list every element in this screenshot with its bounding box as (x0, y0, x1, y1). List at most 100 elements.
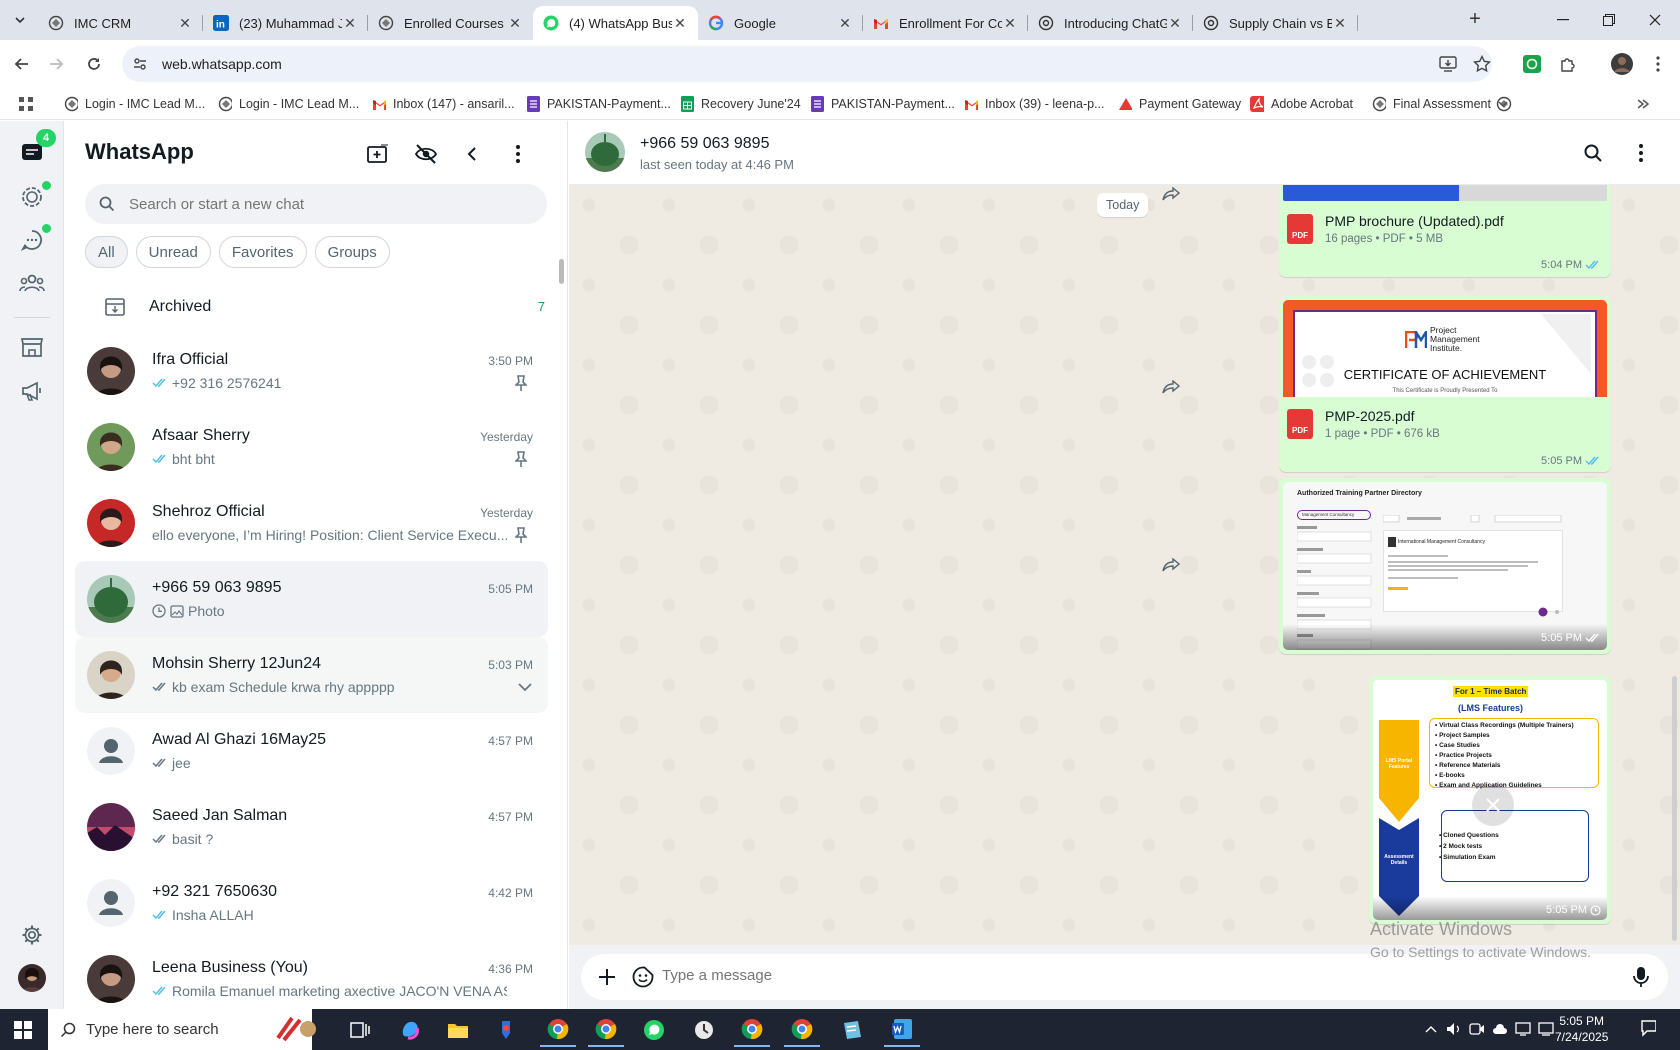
notifications-icon[interactable] (1640, 1020, 1656, 1037)
chat-list-scrollbar[interactable] (559, 259, 564, 284)
minimize-button[interactable] (1540, 6, 1586, 34)
filter-chip-groups[interactable]: Groups (314, 236, 390, 268)
browser-tab[interactable]: (4) WhatsApp Busin ✕ (533, 6, 698, 40)
bookmark-item[interactable]: Payment Gateway (1118, 94, 1241, 114)
bookmark-item[interactable]: PAKISTAN-Payment... (810, 94, 955, 114)
hide-unread-icon[interactable] (413, 141, 439, 167)
taskbar-clock[interactable]: 5:05 PM 7/24/2025 (1555, 1013, 1608, 1045)
microphone-icon[interactable] (1629, 965, 1653, 989)
browser-tab[interactable]: Enrolled Courses | IM ✕ (368, 6, 533, 40)
bookmark-item[interactable]: Adobe Acrobat (1250, 94, 1353, 114)
browser-tab[interactable]: IMC CRM ✕ (38, 6, 203, 40)
message-bubble[interactable]: PDF PMP brochure (Updated).pdf 16 pages … (1279, 185, 1611, 277)
browser-menu-icon[interactable] (1646, 52, 1670, 76)
browser-tab[interactable]: Enrollment For Com ✕ (863, 6, 1028, 40)
profile-avatar[interactable] (1610, 52, 1634, 76)
chat-list-item[interactable]: Mohsin Sherry 12Jun24 5:03 PM kb exam Sc… (75, 637, 548, 713)
cloud-icon[interactable] (1492, 1021, 1508, 1037)
taskbar-search-box[interactable]: Type here to search (48, 1009, 316, 1050)
close-tab-icon[interactable]: ✕ (1167, 15, 1183, 31)
all-bookmarks-icon[interactable] (1636, 94, 1650, 114)
close-tab-icon[interactable]: ✕ (342, 15, 358, 31)
close-tab-icon[interactable]: ✕ (1002, 15, 1018, 31)
chat-list-item[interactable]: +92 321 7650630 4:42 PM Insha ALLAH (75, 865, 548, 941)
conversation-menu-icon[interactable] (1629, 141, 1653, 165)
bookmark-item[interactable]: Final Assessment (1372, 94, 1491, 114)
search-icon[interactable] (99, 196, 115, 212)
site-info-icon[interactable] (132, 56, 152, 72)
browser-tab[interactable]: Google ✕ (698, 6, 863, 40)
forward-icon[interactable] (44, 52, 68, 76)
contact-avatar[interactable] (585, 132, 625, 172)
bookmark-item[interactable]: Inbox (39) - leena-p... (964, 94, 1105, 114)
conversation-scrollbar[interactable] (1672, 676, 1677, 941)
bookmark-item[interactable]: Login - IMC Lead M... (64, 94, 205, 114)
chat-avatar[interactable] (87, 347, 135, 395)
display-icon[interactable] (1515, 1021, 1531, 1037)
new-tab-button[interactable]: + (1464, 9, 1486, 31)
volume-icon[interactable] (1446, 1021, 1462, 1037)
chat-avatar[interactable] (87, 727, 135, 775)
task-view-icon[interactable] (342, 1013, 378, 1047)
word-icon[interactable] (884, 1013, 920, 1047)
app-pinned-icon[interactable] (488, 1013, 524, 1047)
clock-app-icon[interactable] (686, 1013, 722, 1047)
browser-tab[interactable]: Introducing ChatGP ✕ (1028, 6, 1193, 40)
chat-avatar[interactable] (87, 651, 135, 699)
chat-list-item[interactable]: Ifra Official 3:50 PM +92 316 2576241 (75, 333, 548, 409)
attach-plus-icon[interactable] (595, 965, 619, 989)
document-attachment[interactable]: PDF PMP brochure (Updated).pdf 16 pages … (1287, 204, 1603, 254)
install-app-icon[interactable] (1436, 52, 1460, 76)
chat-list-item[interactable]: Shehroz Official Yesterday ello everyone… (75, 485, 548, 561)
lms-features-image[interactable]: For 1 – Time Batch (LMS Features) LMS Po… (1373, 680, 1607, 920)
chat-avatar[interactable] (87, 879, 135, 927)
archived-row[interactable]: Archived 7 (65, 281, 567, 333)
sticker-emoji-icon[interactable] (631, 965, 655, 989)
cancel-upload-button[interactable] (1472, 784, 1514, 826)
meet-now-icon[interactable] (1469, 1021, 1485, 1037)
chat-avatar[interactable] (87, 499, 135, 547)
message-area[interactable]: Today PDF PMP brochure (Updated).pdf 16 … (569, 185, 1680, 945)
message-input[interactable] (662, 967, 1542, 984)
filter-chip-unread[interactable]: Unread (135, 236, 211, 268)
chat-list-item[interactable]: Awad Al Ghazi 16May25 4:57 PM jee (75, 713, 548, 789)
browser-tab[interactable]: Supply Chain vs Bla ✕ (1193, 6, 1358, 40)
chrome-taskbar-icon[interactable] (588, 1013, 624, 1047)
document-attachment[interactable]: PDF PMP-2025.pdf 1 page • PDF • 676 kB (1287, 399, 1603, 449)
bookmark-item[interactable]: Login - IMC Lead M... (218, 94, 359, 114)
forward-icon[interactable] (1157, 185, 1185, 208)
forward-icon[interactable] (1157, 373, 1185, 401)
bookmark-overflow-icon[interactable] (1496, 94, 1510, 114)
chrome-taskbar-icon[interactable] (784, 1013, 820, 1047)
chat-list-item[interactable]: Saeed Jan Salman 4:57 PM basit ? (75, 789, 548, 865)
chevron-down-icon[interactable] (518, 683, 534, 701)
chat-avatar[interactable] (87, 423, 135, 471)
back-icon[interactable] (10, 52, 34, 76)
chat-list-item[interactable]: +966 59 063 9895 5:05 PM Photo (75, 561, 548, 637)
search-input[interactable] (129, 195, 509, 213)
new-chat-icon[interactable] (365, 141, 391, 167)
chat-avatar[interactable] (87, 955, 135, 1003)
chat-list-item[interactable]: Afsaar Sherry Yesterday bht bht (75, 409, 548, 485)
browser-tab[interactable]: in (23) Muhammad Jur ✕ (203, 6, 368, 40)
chat-list-item[interactable]: Leena Business (You) 4:36 PM Romila Eman… (75, 941, 548, 1009)
close-tab-icon[interactable]: ✕ (507, 15, 523, 31)
collapse-chevron-icon[interactable] (459, 141, 485, 167)
extension-whatsapp-icon[interactable] (1520, 52, 1544, 76)
chat-avatar[interactable] (87, 803, 135, 851)
my-profile-avatar[interactable] (16, 962, 48, 994)
search-messages-icon[interactable] (1581, 141, 1605, 165)
bookmark-star-icon[interactable] (1470, 52, 1494, 76)
windows-start-icon[interactable] (5, 1013, 41, 1047)
filter-chip-favorites[interactable]: Favorites (218, 236, 307, 268)
restore-button[interactable] (1586, 6, 1632, 34)
apps-grid-icon[interactable] (18, 94, 34, 114)
chrome-taskbar-icon[interactable] (734, 1013, 770, 1047)
chrome-taskbar-icon[interactable] (540, 1013, 576, 1047)
forward-icon[interactable] (1157, 551, 1185, 579)
close-tab-icon[interactable]: ✕ (1332, 15, 1348, 31)
catalog-icon[interactable] (16, 331, 48, 363)
bookmark-item[interactable]: PAKISTAN-Payment... (526, 94, 671, 114)
directory-screenshot[interactable]: Authorized Training Partner Directory Ma… (1283, 482, 1607, 650)
communities-icon[interactable] (16, 267, 48, 299)
